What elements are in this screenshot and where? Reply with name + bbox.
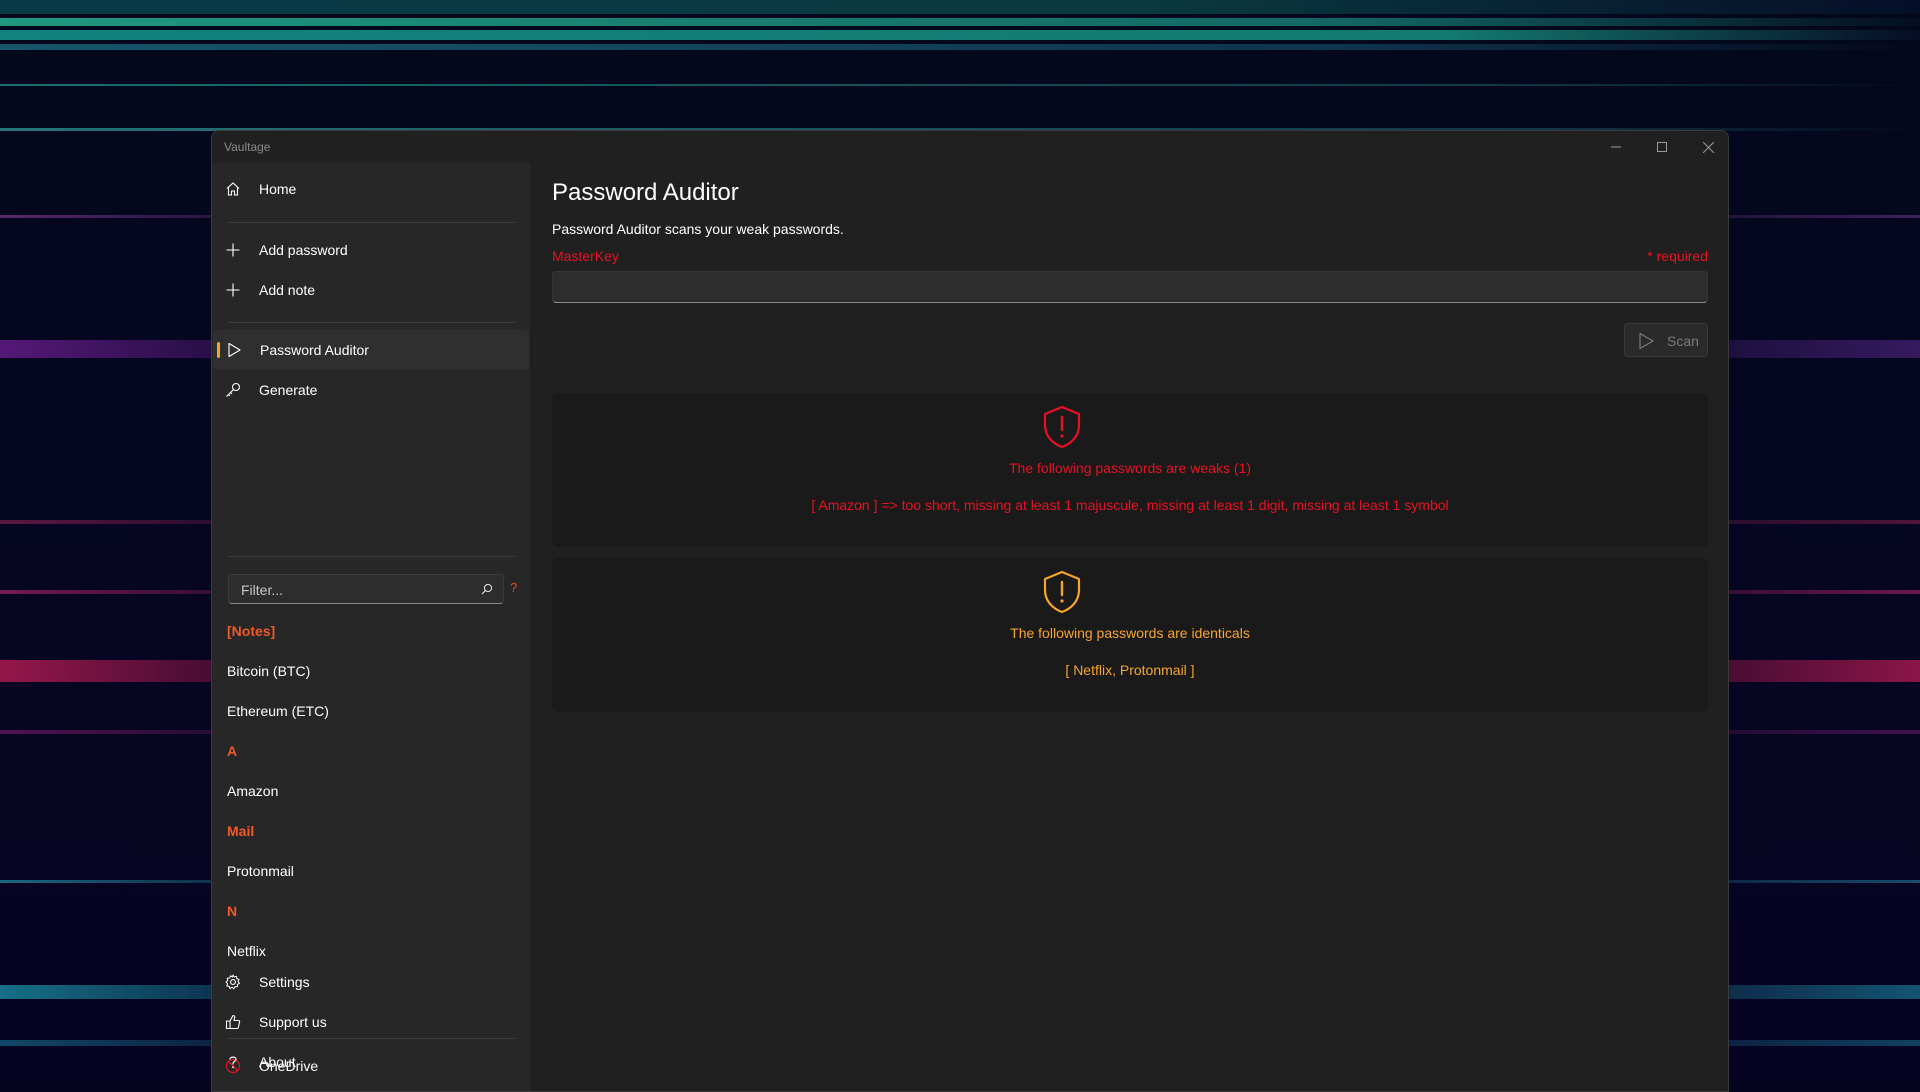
gear-icon [225,974,240,990]
weak-passwords-heading: The following passwords are weaks (1) [1009,460,1251,476]
thumbs-up-icon [225,1014,241,1030]
home-icon [226,182,240,196]
filter-input[interactable] [239,581,463,599]
page-title: Password Auditor [552,179,739,206]
plus-icon [226,283,240,297]
weak-passwords-card: The following passwords are weaks (1) [ … [552,393,1708,547]
nav-item-about[interactable]: About [212,1042,530,1082]
bottom-nav: Settings Support us About [212,962,530,1080]
maximize-button[interactable] [1639,131,1685,163]
navigation-pane: Home Add password Add note Password Audi… [212,163,530,1091]
nav-item-add-note[interactable]: Add note [212,270,530,310]
masterkey-label: MasterKey [552,248,619,264]
play-icon [228,342,241,358]
weak-passwords-detail: [ Amazon ] => too short, missing at leas… [811,497,1449,513]
group-header: A [227,743,238,759]
maximize-icon [1657,142,1667,152]
nav-item-password-auditor[interactable]: Password Auditor [213,330,529,370]
nav-separator [228,322,515,323]
nav-item-label: Add password [259,242,348,258]
title-bar[interactable]: Vaultage [212,131,1728,163]
nav-item-support-us[interactable]: Support us [212,1002,530,1042]
masterkey-input[interactable] [552,271,1708,303]
list-item[interactable]: Ethereum (ETC) [227,703,329,719]
shield-error-icon [1043,405,1081,449]
app-window: Vaultage Home Add password Add note Pass… [211,130,1729,1092]
identical-passwords-heading: The following passwords are identicals [1010,625,1250,641]
search-icon[interactable] [481,583,493,595]
identical-passwords-card: The following passwords are identicals [… [552,558,1708,712]
filter-box [228,574,504,604]
question-icon [229,1056,237,1069]
minimize-icon [1611,146,1621,148]
nav-separator [228,556,515,557]
nav-item-label: Password Auditor [260,342,369,358]
list-item[interactable]: Amazon [227,783,278,799]
nav-item-settings[interactable]: Settings [212,962,530,1002]
nav-item-label: Home [259,181,297,197]
list-item[interactable]: Bitcoin (BTC) [227,663,310,679]
close-icon [1702,141,1714,153]
scan-button[interactable]: Scan [1624,323,1708,357]
filter-help-icon[interactable]: ? [510,580,517,595]
close-button[interactable] [1685,131,1728,163]
key-icon [226,382,241,397]
nav-item-label: Add note [259,282,316,298]
nav-item-label: Settings [259,974,310,990]
selection-indicator [217,342,220,358]
play-icon [1639,332,1654,350]
list-item[interactable]: Netflix [227,943,266,959]
group-header: Mail [227,823,255,839]
nav-item-label: About [259,1054,296,1070]
page-description: Password Auditor scans your weak passwor… [552,221,844,237]
group-header: [Notes] [227,623,276,639]
required-indicator: * required [1647,248,1708,264]
nav-item-home[interactable]: Home [212,169,530,209]
nav-item-label: Generate [259,382,318,398]
scan-button-label: Scan [1667,333,1699,349]
window-title: Vaultage [224,140,271,154]
plus-icon [226,243,240,257]
nav-item-generate[interactable]: Generate [212,370,530,410]
content-area: Password Auditor Password Auditor scans … [530,163,1728,1091]
minimize-button[interactable] [1593,131,1639,163]
identical-passwords-detail: [ Netflix, Protonmail ] [1065,662,1195,678]
list-item[interactable]: Protonmail [227,863,294,879]
nav-separator [228,222,515,223]
shield-warning-icon [1043,570,1081,614]
group-header: N [227,903,238,919]
nav-item-add-password[interactable]: Add password [212,230,530,270]
nav-item-label: Support us [259,1014,327,1030]
